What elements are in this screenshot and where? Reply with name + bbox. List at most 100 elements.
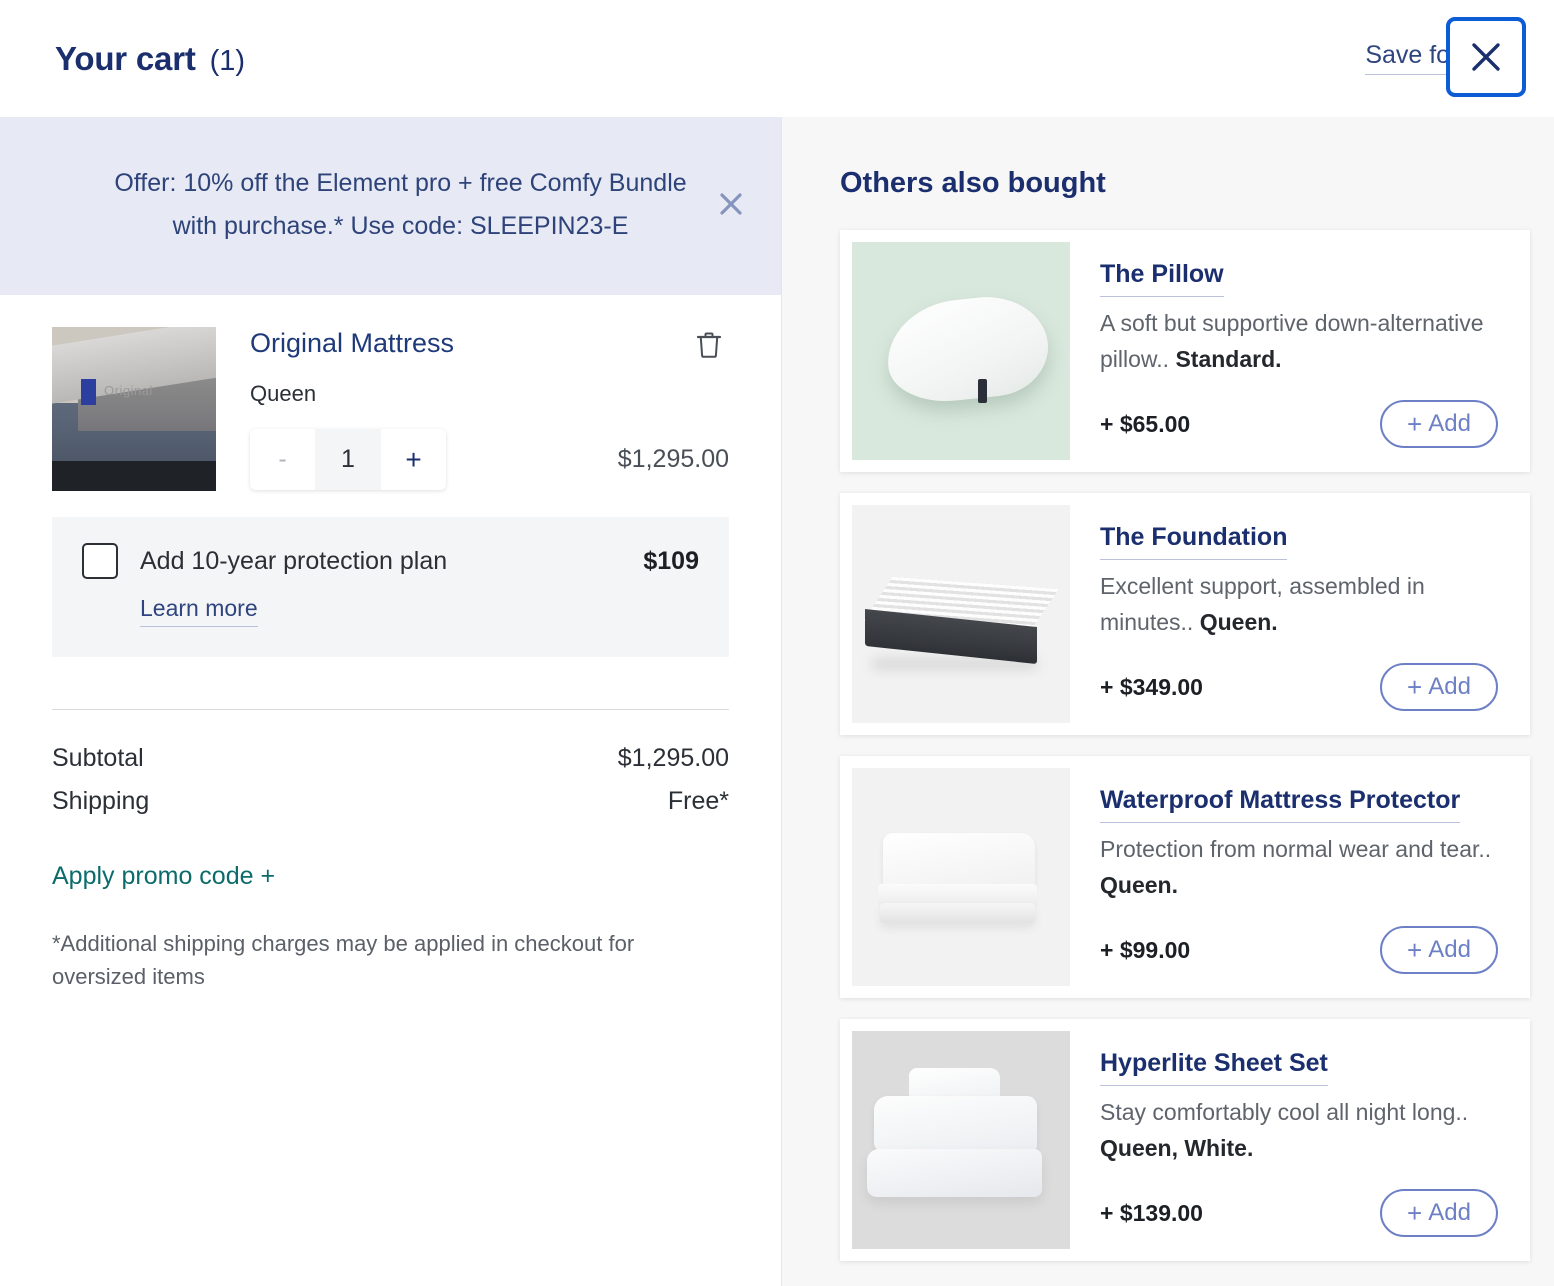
totals-divider — [52, 709, 729, 710]
recommendation-desc-text: Stay comfortably cool all night long.. — [1100, 1099, 1468, 1125]
sheet-fold-bottom — [867, 1149, 1041, 1197]
cart-item-price: $1,295.00 — [618, 445, 729, 474]
recommendation-price: + $139.00 — [1100, 1200, 1203, 1227]
thumb-wordmark: Original — [104, 383, 153, 398]
protector-fold-top — [883, 833, 1036, 890]
plus-icon: + — [1407, 1200, 1422, 1226]
close-cart-button[interactable] — [1446, 17, 1526, 97]
recommendation-info: Hyperlite Sheet Set Stay comfortably coo… — [1070, 1031, 1518, 1249]
cart-item-thumbnail[interactable]: Original — [52, 327, 216, 491]
plus-icon: + — [1407, 937, 1422, 963]
recommendation-name-link[interactable]: Waterproof Mattress Protector — [1100, 786, 1460, 823]
pillow-image — [852, 242, 1070, 460]
subtotal-row: Subtotal $1,295.00 — [52, 744, 729, 773]
protection-plan-price: $109 — [643, 547, 699, 576]
offer-banner: Offer: 10% off the Element pro + free Co… — [0, 117, 781, 295]
trash-icon — [695, 330, 723, 365]
subtotal-label: Subtotal — [52, 744, 144, 773]
recommendation-description: Protection from normal wear and tear.. Q… — [1100, 832, 1498, 903]
protection-plan-learn-more-link[interactable]: Learn more — [140, 595, 258, 627]
cart-item-name-link[interactable]: Original Mattress — [250, 327, 454, 359]
recommendation-name-link[interactable]: The Foundation — [1100, 523, 1287, 560]
cart-item-details: Original Mattress — [250, 327, 729, 491]
recommendation-description: Stay comfortably cool all night long.. Q… — [1100, 1095, 1498, 1166]
recommendation-card[interactable]: Hyperlite Sheet Set Stay comfortably coo… — [840, 1019, 1530, 1261]
recommendation-description: Excellent support, assembled in minutes.… — [1100, 569, 1498, 640]
add-to-cart-button[interactable]: + Add — [1380, 926, 1498, 974]
add-to-cart-button[interactable]: + Add — [1380, 1189, 1498, 1237]
recommendation-footer: + $349.00 + Add — [1100, 649, 1498, 711]
dismiss-offer-button[interactable] — [714, 189, 748, 223]
page-title: Your cart — [55, 40, 196, 78]
recommendation-footer: + $65.00 + Add — [1100, 386, 1498, 448]
add-button-label: Add — [1428, 410, 1471, 438]
subtotal-value: $1,295.00 — [618, 744, 729, 773]
cart-header: Your cart (1) Save for later — [0, 0, 1554, 117]
sheet-fold-mid — [874, 1096, 1038, 1151]
recommendation-price: + $65.00 — [1100, 411, 1190, 438]
cart-drawer: Your cart (1) Save for later Offer: 10% … — [0, 0, 1554, 1286]
add-to-cart-button[interactable]: + Add — [1380, 400, 1498, 448]
plus-icon: + — [1407, 674, 1422, 700]
shipping-value: Free* — [668, 787, 729, 816]
recommendation-price: + $349.00 — [1100, 674, 1203, 701]
close-icon — [1468, 39, 1504, 75]
quantity-price-row: - 1 + $1,295.00 — [250, 429, 729, 490]
add-to-cart-button[interactable]: + Add — [1380, 663, 1498, 711]
add-button-label: Add — [1428, 1199, 1471, 1227]
add-button-label: Add — [1428, 936, 1471, 964]
recommendation-card[interactable]: The Foundation Excellent support, assemb… — [840, 493, 1530, 735]
cart-line-item: Original Original Mattress — [52, 327, 729, 491]
brand-logo-icon — [81, 379, 96, 405]
recommendations-title: Others also bought — [840, 167, 1530, 200]
recommendation-name-link[interactable]: Hyperlite Sheet Set — [1100, 1049, 1328, 1086]
recommendation-info: The Pillow A soft but supportive down-al… — [1070, 242, 1518, 460]
recommendation-name-wrap: The Pillow — [1100, 258, 1498, 290]
recommendation-card[interactable]: The Pillow A soft but supportive down-al… — [840, 230, 1530, 472]
pillow-tag — [978, 379, 987, 403]
protection-plan-row: Add 10-year protection plan $109 — [82, 543, 699, 579]
quantity-stepper: - 1 + — [250, 429, 446, 490]
recommendation-name-link[interactable]: The Pillow — [1100, 260, 1224, 297]
add-button-label: Add — [1428, 673, 1471, 701]
increase-quantity-button[interactable]: + — [381, 429, 446, 490]
remove-item-button[interactable] — [689, 327, 729, 367]
shipping-label: Shipping — [52, 787, 149, 816]
recommendations-panel: Others also bought The Pillow A soft but… — [782, 117, 1554, 1286]
protection-plan-checkbox[interactable] — [82, 543, 118, 579]
recommendation-desc-variant: Queen, White. — [1100, 1135, 1253, 1161]
decrease-quantity-button[interactable]: - — [250, 429, 315, 490]
plus-icon: + — [1407, 411, 1422, 437]
apply-promo-code-link[interactable]: Apply promo code + — [52, 862, 275, 891]
recommendation-price: + $99.00 — [1100, 937, 1190, 964]
foundation-image — [852, 505, 1070, 723]
mattress-protector-image — [852, 768, 1070, 986]
recommendation-name-wrap: Hyperlite Sheet Set — [1100, 1047, 1498, 1079]
shipping-row: Shipping Free* — [52, 787, 729, 816]
recommendation-desc-text: Protection from normal wear and tear.. — [1100, 836, 1491, 862]
recommendation-description: A soft but supportive down-alternative p… — [1100, 306, 1498, 377]
cart-item-count: (1) — [210, 45, 245, 78]
sheet-set-image — [852, 1031, 1070, 1249]
recommendation-card[interactable]: Waterproof Mattress Protector Protection… — [840, 756, 1530, 998]
recommendation-desc-variant: Queen. — [1200, 609, 1278, 635]
cart-item-variant: Queen — [250, 381, 729, 407]
recommendation-name-wrap: Waterproof Mattress Protector — [1100, 784, 1498, 816]
protection-plan-label: Add 10-year protection plan — [140, 547, 447, 576]
cart-items-area: Original Original Mattress — [0, 295, 781, 993]
quantity-value[interactable]: 1 — [315, 429, 381, 490]
recommendation-footer: + $139.00 + Add — [1100, 1175, 1498, 1237]
cart-body: Offer: 10% off the Element pro + free Co… — [0, 117, 1554, 1286]
shipping-fineprint: *Additional shipping charges may be appl… — [52, 927, 729, 993]
protector-fold-bottom — [880, 903, 1035, 923]
close-icon — [716, 189, 746, 224]
recommendation-info: Waterproof Mattress Protector Protection… — [1070, 768, 1518, 986]
cart-title-group: Your cart (1) — [55, 40, 245, 78]
cart-left-panel: Offer: 10% off the Element pro + free Co… — [0, 117, 782, 1286]
recommendation-desc-variant: Queen. — [1100, 872, 1178, 898]
protection-plan-box: Add 10-year protection plan $109 Learn m… — [52, 517, 729, 657]
recommendation-desc-text: A soft but supportive down-alternative p… — [1100, 310, 1484, 372]
recommendation-name-wrap: The Foundation — [1100, 521, 1498, 553]
offer-banner-text: Offer: 10% off the Element pro + free Co… — [30, 162, 751, 248]
cart-item-title-row: Original Mattress — [250, 327, 729, 367]
